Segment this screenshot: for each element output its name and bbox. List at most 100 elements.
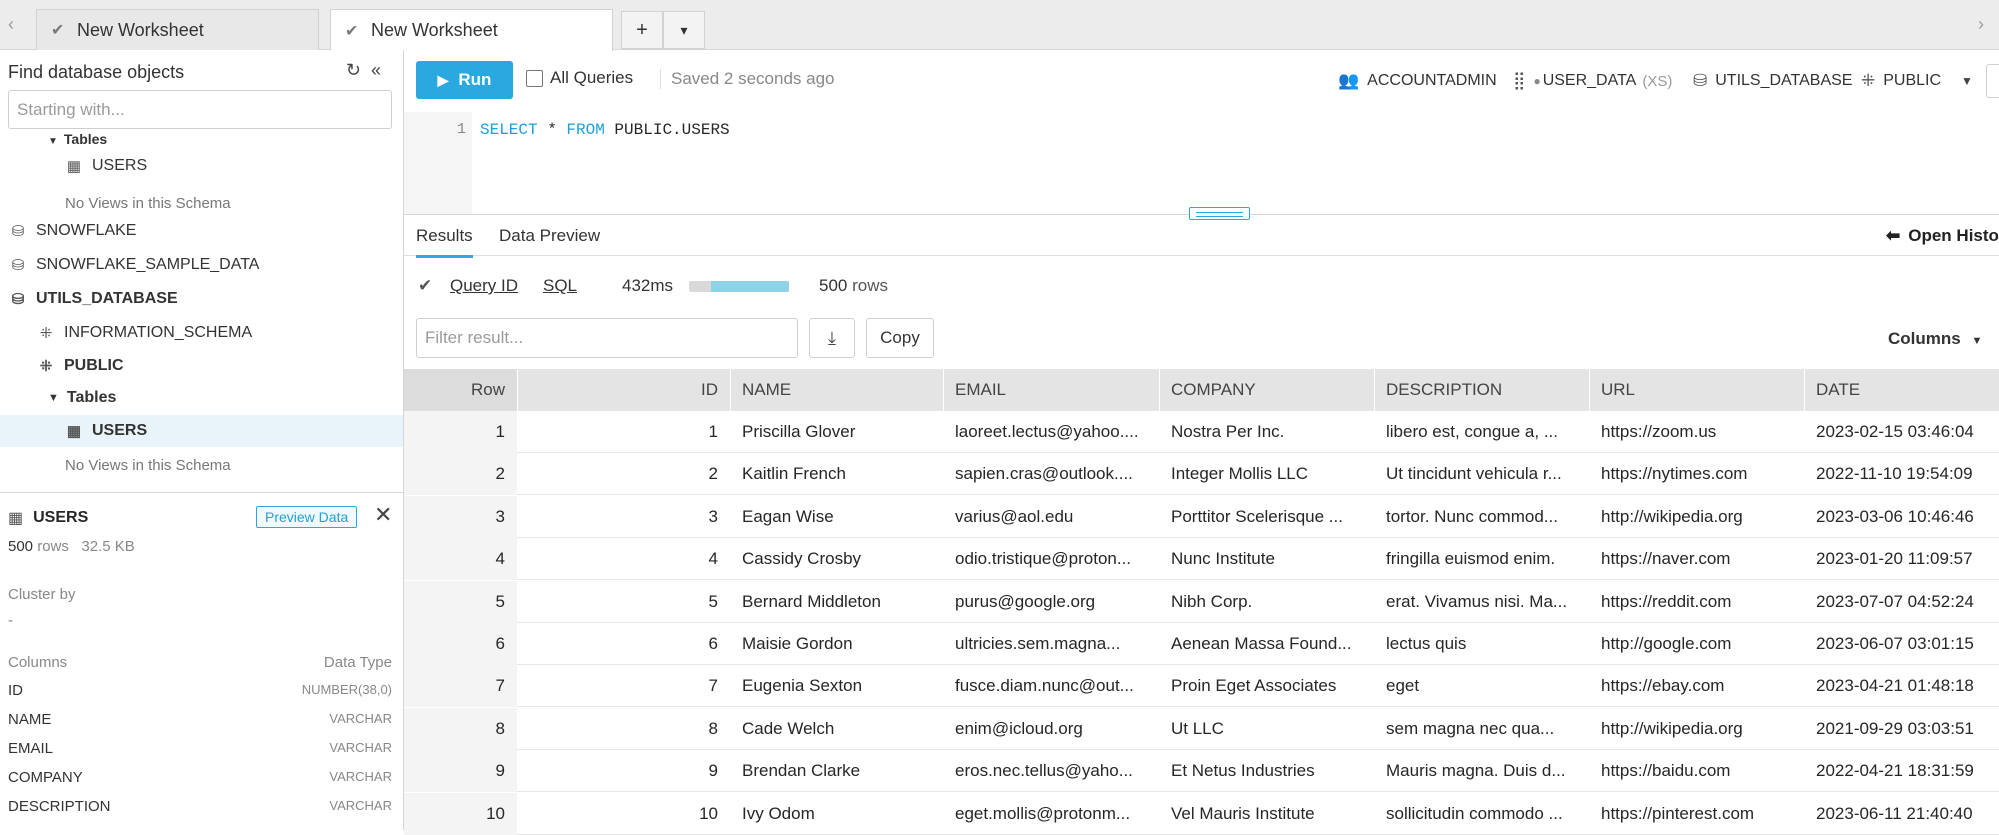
cell-id[interactable]: 4 [517, 538, 730, 580]
tree-schema-information-schema[interactable]: ⁜ INFORMATION_SCHEMA [36, 318, 252, 348]
table-row[interactable]: 2 2 Kaitlin French sapien.cras@outlook.... I… [404, 453, 1999, 496]
cell-name[interactable]: Cassidy Crosby [730, 538, 943, 580]
cell-description[interactable]: sollicitudin commodo ... [1374, 793, 1589, 835]
tab-worksheet-1[interactable]: ✔ New Worksheet [36, 9, 319, 50]
cell-row[interactable]: 4 [404, 538, 517, 581]
column-header-row[interactable]: Row [404, 369, 517, 411]
cell-id[interactable]: 5 [517, 581, 730, 623]
cell-description[interactable]: fringilla euismod enim. [1374, 538, 1589, 580]
table-row[interactable]: 6 6 Maisie Gordon ultricies.sem.magna... Aen… [404, 623, 1999, 665]
tab-results[interactable]: Results [416, 226, 473, 258]
copy-button[interactable]: Copy [866, 318, 934, 358]
cell-row[interactable]: 9 [404, 750, 517, 793]
cell-company[interactable]: Ut LLC [1159, 708, 1374, 750]
cell-url[interactable]: https://ebay.com [1589, 665, 1804, 707]
cell-id[interactable]: 9 [517, 750, 730, 792]
cell-name[interactable]: Cade Welch [730, 708, 943, 750]
cell-company[interactable]: Proin Eget Associates [1159, 665, 1374, 707]
cell-date[interactable]: 2022-11-10 19:54:09 [1804, 453, 1999, 495]
cell-description[interactable]: tortor. Nunc commod... [1374, 496, 1589, 538]
cell-id[interactable]: 3 [517, 496, 730, 538]
cell-url[interactable]: http://google.com [1589, 623, 1804, 665]
cell-name[interactable]: Kaitlin French [730, 453, 943, 495]
cell-description[interactable]: sem magna nec qua... [1374, 708, 1589, 750]
cell-id[interactable]: 2 [517, 453, 730, 495]
column-divider[interactable] [730, 369, 731, 411]
cell-name[interactable]: Priscilla Glover [730, 411, 943, 453]
cell-email[interactable]: purus@google.org [943, 581, 1159, 623]
cell-id[interactable]: 1 [517, 411, 730, 453]
cell-row[interactable]: 5 [404, 580, 517, 623]
columns-menu-button[interactable]: Columns ▼ [1888, 329, 1982, 349]
tree-db-snowflake[interactable]: ⛁ SNOWFLAKE [8, 216, 137, 246]
database-selector[interactable]: ⛁ UTILS_DATABASE [1693, 71, 1852, 91]
cell-email[interactable]: sapien.cras@outlook.... [943, 453, 1159, 495]
tree-tables-folder[interactable]: ▼ Tables [48, 127, 107, 147]
query-id-link[interactable]: Query ID [450, 276, 518, 296]
cell-description[interactable]: Ut tincidunt vehicula r... [1374, 453, 1589, 495]
column-header-name[interactable]: NAME [730, 369, 943, 411]
cell-row[interactable]: 2 [404, 453, 517, 496]
cell-name[interactable]: Ivy Odom [730, 793, 943, 835]
tab-scroll-left-icon[interactable]: ‹ [8, 14, 14, 35]
table-row[interactable]: 5 5 Bernard Middleton purus@google.org Nibh … [404, 580, 1999, 623]
cell-company[interactable]: Porttitor Scelerisque ... [1159, 496, 1374, 538]
cell-date[interactable]: 2021-09-29 03:03:51 [1804, 708, 1999, 750]
column-header-description[interactable]: DESCRIPTION [1374, 369, 1589, 411]
tree-table-users[interactable]: ▦ USERS [64, 151, 147, 181]
cell-company[interactable]: Et Netus Industries [1159, 750, 1374, 792]
cell-name[interactable]: Eagan Wise [730, 496, 943, 538]
cell-id[interactable]: 6 [517, 623, 730, 665]
cell-description[interactable]: Mauris magna. Duis d... [1374, 750, 1589, 792]
cell-row[interactable]: 3 [404, 495, 517, 538]
cell-description[interactable]: eget [1374, 665, 1589, 707]
cell-row[interactable]: 6 [404, 623, 517, 665]
close-icon[interactable]: ✕ [374, 502, 392, 528]
cell-date[interactable]: 2023-07-07 04:52:24 [1804, 581, 1999, 623]
cell-email[interactable]: eget.mollis@protonm... [943, 793, 1159, 835]
cell-url[interactable]: https://pinterest.com [1589, 793, 1804, 835]
cell-company[interactable]: Aenean Massa Found... [1159, 623, 1374, 665]
cell-email[interactable]: odio.tristique@proton... [943, 538, 1159, 580]
cell-company[interactable]: Nibh Corp. [1159, 581, 1374, 623]
tree-table-users-selected[interactable]: ▦ USERS [64, 416, 147, 446]
warehouse-selector[interactable]: ⣿ ● USER_DATA (XS) [1513, 71, 1672, 91]
cell-company[interactable]: Integer Mollis LLC [1159, 453, 1374, 495]
collapse-panel-icon[interactable]: « [371, 60, 391, 80]
cell-email[interactable]: ultricies.sem.magna... [943, 623, 1159, 665]
cell-url[interactable]: http://wikipedia.org [1589, 496, 1804, 538]
cell-company[interactable]: Nunc Institute [1159, 538, 1374, 580]
tree-tables-folder[interactable]: ▼ Tables [48, 383, 116, 413]
sql-link[interactable]: SQL [543, 276, 577, 296]
tree-db-utils-database[interactable]: ⛁ UTILS_DATABASE [8, 284, 178, 314]
table-row[interactable]: 3 3 Eagan Wise varius@aol.edu Porttitor Scel… [404, 495, 1999, 538]
download-button[interactable]: ⤓ [809, 318, 855, 358]
column-header-id[interactable]: ID [517, 369, 730, 411]
cell-company[interactable]: Vel Mauris Institute [1159, 793, 1374, 835]
cell-email[interactable]: eros.nec.tellus@yaho... [943, 750, 1159, 792]
column-divider[interactable] [1374, 369, 1375, 411]
tab-scroll-right-icon[interactable]: › [1978, 14, 1984, 35]
all-queries-checkbox[interactable]: All Queries [526, 68, 633, 88]
column-header-date[interactable]: DATE [1804, 369, 1999, 411]
cell-date[interactable]: 2023-04-21 01:48:18 [1804, 665, 1999, 707]
cell-id[interactable]: 8 [517, 708, 730, 750]
schema-selector[interactable]: ⁜ PUBLIC ▼ [1861, 71, 1973, 91]
cell-url[interactable]: https://reddit.com [1589, 581, 1804, 623]
add-tab-button[interactable]: + [621, 11, 663, 49]
more-menu-button[interactable] [1986, 64, 1999, 98]
cell-name[interactable]: Maisie Gordon [730, 623, 943, 665]
cell-url[interactable]: https://zoom.us [1589, 411, 1804, 453]
run-button[interactable]: ▶ Run [416, 61, 513, 99]
sql-code[interactable]: SELECT * FROM PUBLIC.USERS [480, 121, 730, 139]
open-history-button[interactable]: ⬅Open History [1886, 226, 1999, 246]
checkbox-box[interactable] [526, 69, 543, 87]
column-divider[interactable] [517, 369, 518, 411]
cell-url[interactable]: https://nytimes.com [1589, 453, 1804, 495]
find-objects-input[interactable] [8, 90, 392, 129]
cell-row[interactable]: 8 [404, 707, 517, 750]
column-header-url[interactable]: URL [1589, 369, 1804, 411]
cell-date[interactable]: 2023-01-20 11:09:57 [1804, 538, 1999, 580]
table-row[interactable]: 9 9 Brendan Clarke eros.nec.tellus@yaho... E… [404, 750, 1999, 793]
cell-row[interactable]: 1 [404, 411, 517, 453]
